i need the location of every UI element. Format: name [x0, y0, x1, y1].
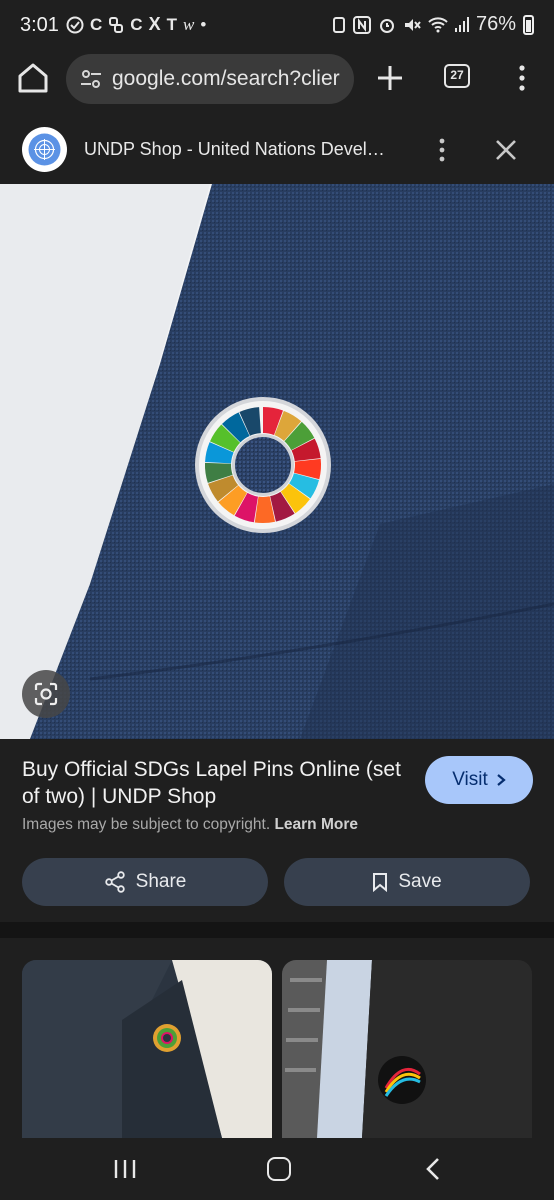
plus-icon[interactable]: [374, 62, 406, 94]
more-notifications-dot: •: [200, 14, 207, 34]
url-text: google.com/search?clier: [112, 67, 340, 90]
close-icon[interactable]: [494, 138, 518, 162]
tabs-icon[interactable]: 27: [444, 64, 470, 88]
related-image[interactable]: [282, 960, 532, 1138]
lens-icon: [34, 682, 58, 706]
more-vert-icon[interactable]: [432, 136, 452, 164]
related-pin-photo-1: [22, 960, 272, 1138]
learn-more-link[interactable]: Learn More: [274, 816, 358, 833]
back-icon[interactable]: [424, 1156, 442, 1182]
chevron-right-icon: [497, 774, 506, 786]
signal-icon: [454, 16, 469, 32]
related-images: [0, 938, 554, 1138]
link-icon: [109, 16, 124, 33]
notification-c-icon: C: [90, 14, 103, 34]
tune-icon[interactable]: [80, 68, 102, 90]
visit-label: Visit: [452, 769, 488, 790]
bookmark-icon: [373, 873, 388, 892]
system-navigation-bar: [0, 1138, 554, 1200]
source-title[interactable]: UNDP Shop - United Nations Devel…: [84, 139, 385, 160]
save-label: Save: [398, 871, 442, 892]
result-title[interactable]: Buy Official SDGs Lapel Pins Online (set…: [22, 756, 402, 810]
recents-icon[interactable]: [113, 1158, 137, 1180]
un-emblem-icon: [28, 133, 61, 166]
copyright-notice: Images may be subject to copyright. Lear…: [22, 816, 358, 834]
nav-home-icon[interactable]: [267, 1157, 291, 1181]
save-button[interactable]: Save: [284, 858, 530, 906]
un-logo: [22, 127, 67, 172]
share-label: Share: [135, 871, 187, 892]
section-divider: [0, 922, 554, 938]
system-icons: 76%: [332, 13, 534, 36]
sync-icon: [332, 16, 345, 33]
browser-toolbar: google.com/search?clier 27: [0, 52, 554, 104]
address-bar[interactable]: google.com/search?clier: [66, 54, 354, 104]
share-button[interactable]: Share: [22, 858, 268, 906]
visit-button[interactable]: Visit: [425, 756, 533, 804]
related-pin-photo-2: [282, 960, 532, 1138]
battery-icon: [523, 14, 534, 35]
battery-percent: 76%: [475, 13, 516, 35]
status-bar: 3:01 C C X T w • 76%: [0, 0, 554, 52]
share-icon: [104, 871, 125, 893]
status-time: 3:01: [20, 14, 59, 36]
lens-button[interactable]: [22, 670, 70, 718]
source-header: UNDP Shop - United Nations Devel…: [0, 116, 554, 184]
lapel-pin-photo: [0, 184, 554, 739]
mute-icon: [404, 18, 421, 31]
w-icon: w: [182, 14, 195, 34]
nfc-icon: [352, 15, 371, 34]
x-logo-icon: X: [148, 14, 161, 34]
notification-c2-icon: C: [130, 14, 143, 34]
copyright-text: Images may be subject to copyright.: [22, 816, 271, 833]
notification-icons: C C X T w •: [66, 14, 206, 35]
t-icon: T: [166, 14, 177, 34]
more-vert-icon[interactable]: [512, 64, 532, 92]
wifi-icon: [428, 16, 448, 32]
alarm-icon: [379, 18, 394, 33]
check-circle-icon: [66, 16, 84, 33]
product-image[interactable]: [0, 184, 554, 739]
home-icon[interactable]: [16, 62, 50, 94]
related-image[interactable]: [22, 960, 272, 1138]
